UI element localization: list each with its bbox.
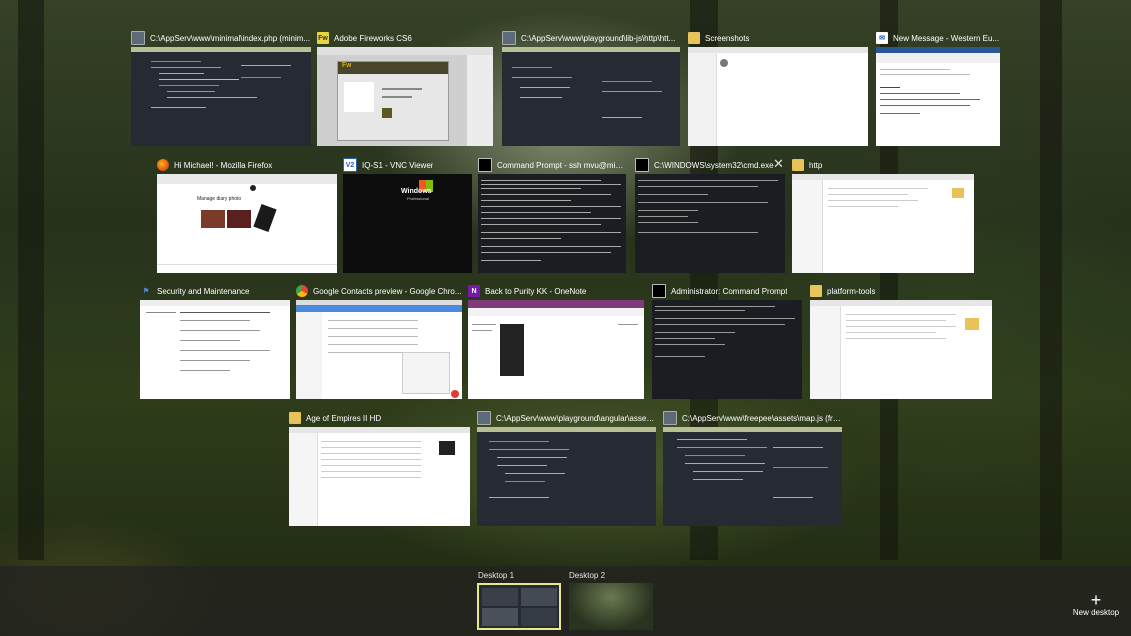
window-title: C:\AppServ\www\freepee\assets\map.js (fr… — [682, 413, 842, 423]
window-preview — [876, 47, 1000, 146]
chrome-icon — [296, 285, 308, 297]
folder-icon — [792, 159, 804, 171]
window-thumbnail[interactable]: C:\AppServ\www\freepee\assets\map.js (fr… — [663, 410, 842, 526]
terminal-icon — [652, 284, 666, 298]
window-preview — [688, 47, 868, 146]
window-preview — [477, 427, 656, 526]
window-title: Command Prompt - ssh mvu@mic... — [497, 160, 626, 170]
window-title: platform-tools — [827, 286, 876, 296]
window-title: Age of Empires II HD — [306, 413, 382, 423]
window-preview — [502, 47, 680, 146]
folder-icon — [688, 32, 700, 44]
window-title: C:\AppServ\www\minimal\index.php (minim.… — [150, 33, 311, 43]
code-editor-icon — [477, 411, 491, 425]
window-preview — [296, 300, 462, 399]
window-thumbnail[interactable]: http — [792, 157, 974, 273]
window-thumbnail[interactable]: platform-tools — [810, 283, 992, 399]
flag-icon: ⚑ — [142, 288, 150, 295]
code-editor-icon — [131, 31, 145, 45]
fireworks-icon: Fw — [317, 32, 329, 44]
window-thumbnail[interactable]: Administrator: Command Prompt — [652, 283, 802, 399]
desktop-2-thumbnail[interactable] — [569, 583, 653, 630]
plus-icon: + — [1090, 590, 1102, 610]
window-thumbnail[interactable]: C:\AppServ\www\minimal\index.php (minim.… — [131, 30, 311, 146]
window-title: Administrator: Command Prompt — [671, 286, 788, 296]
window-title: C:\AppServ\www\playground\angular\assets… — [496, 413, 656, 423]
window-preview — [652, 300, 802, 399]
new-desktop-label: New desktop — [1072, 608, 1120, 617]
window-title: http — [809, 160, 823, 170]
window-thumbnail[interactable]: Google Contacts preview - Google Chro... — [296, 283, 462, 399]
window-thumbnail[interactable]: V2 IQ-S1 - VNC Viewer Windows Profession… — [343, 157, 472, 273]
window-title: Screenshots — [705, 33, 750, 43]
window-preview — [131, 47, 311, 146]
code-editor-icon — [502, 31, 516, 45]
virtual-desktop-bar: Desktop 1 Desktop 2 + New desktop — [0, 566, 1131, 636]
window-thumbnail[interactable]: ⚑ Security and Maintenance — [140, 283, 290, 399]
window-preview — [792, 174, 974, 273]
window-preview — [635, 174, 785, 273]
window-thumbnail[interactable]: Command Prompt - ssh mvu@mic... — [478, 157, 626, 273]
window-preview — [468, 300, 644, 399]
window-thumbnail[interactable]: ✉ New Message - Western Eu... — [876, 30, 1000, 146]
window-thumbnail[interactable]: C:\AppServ\www\playground\lib-js\http\ht… — [502, 30, 680, 146]
window-title: C:\AppServ\www\playground\lib-js\http\ht… — [521, 33, 676, 43]
window-preview — [810, 300, 992, 399]
window-thumbnail[interactable]: Age of Empires II HD — [289, 410, 470, 526]
window-thumbnail[interactable]: N Back to Purity KK - OneNote — [468, 283, 644, 399]
window-title: New Message - Western Eu... — [893, 33, 1000, 43]
desktop-2-label: Desktop 2 — [569, 571, 606, 580]
folder-icon — [810, 285, 822, 297]
window-title: C:\WINDOWS\system32\cmd.exe — [654, 160, 774, 170]
window-thumbnail[interactable]: C:\AppServ\www\playground\angular\assets… — [477, 410, 656, 526]
window-title: Google Contacts preview - Google Chro... — [313, 286, 462, 296]
vnc-icon: V2 — [343, 158, 357, 172]
new-desktop-button[interactable]: + New desktop — [1070, 590, 1122, 617]
window-preview: Windows Professional — [343, 174, 472, 273]
window-title: IQ-S1 - VNC Viewer — [362, 160, 434, 170]
terminal-icon — [635, 158, 649, 172]
window-title: Hi Michael! - Mozilla Firefox — [174, 160, 273, 170]
window-thumbnail[interactable]: Screenshots — [688, 30, 868, 146]
onenote-icon: N — [468, 285, 480, 297]
window-thumbnail[interactable]: Fw Adobe Fireworks CS6 Fw — [317, 30, 493, 146]
window-thumbnail[interactable]: Hi Michael! - Mozilla Firefox Manage dia… — [157, 157, 337, 273]
window-preview — [478, 174, 626, 273]
window-preview: Manage diary photo — [157, 174, 337, 273]
desktop-1-label: Desktop 1 — [478, 571, 515, 580]
window-title: Back to Purity KK - OneNote — [485, 286, 587, 296]
mail-icon: ✉ — [876, 32, 888, 44]
window-title: Adobe Fireworks CS6 — [334, 33, 412, 43]
code-editor-icon — [663, 411, 677, 425]
folder-icon — [289, 412, 301, 424]
window-thumbnail[interactable]: C:\WINDOWS\system32\cmd.exe — [635, 157, 785, 273]
window-title: Security and Maintenance — [157, 286, 250, 296]
firefox-icon — [157, 159, 169, 171]
window-preview: Fw — [317, 47, 493, 146]
window-preview — [663, 427, 842, 526]
terminal-icon — [478, 158, 492, 172]
close-window-button[interactable]: ✕ — [773, 156, 784, 172]
window-preview — [289, 427, 470, 526]
desktop-1-thumbnail[interactable] — [477, 583, 561, 630]
window-preview — [140, 300, 290, 399]
